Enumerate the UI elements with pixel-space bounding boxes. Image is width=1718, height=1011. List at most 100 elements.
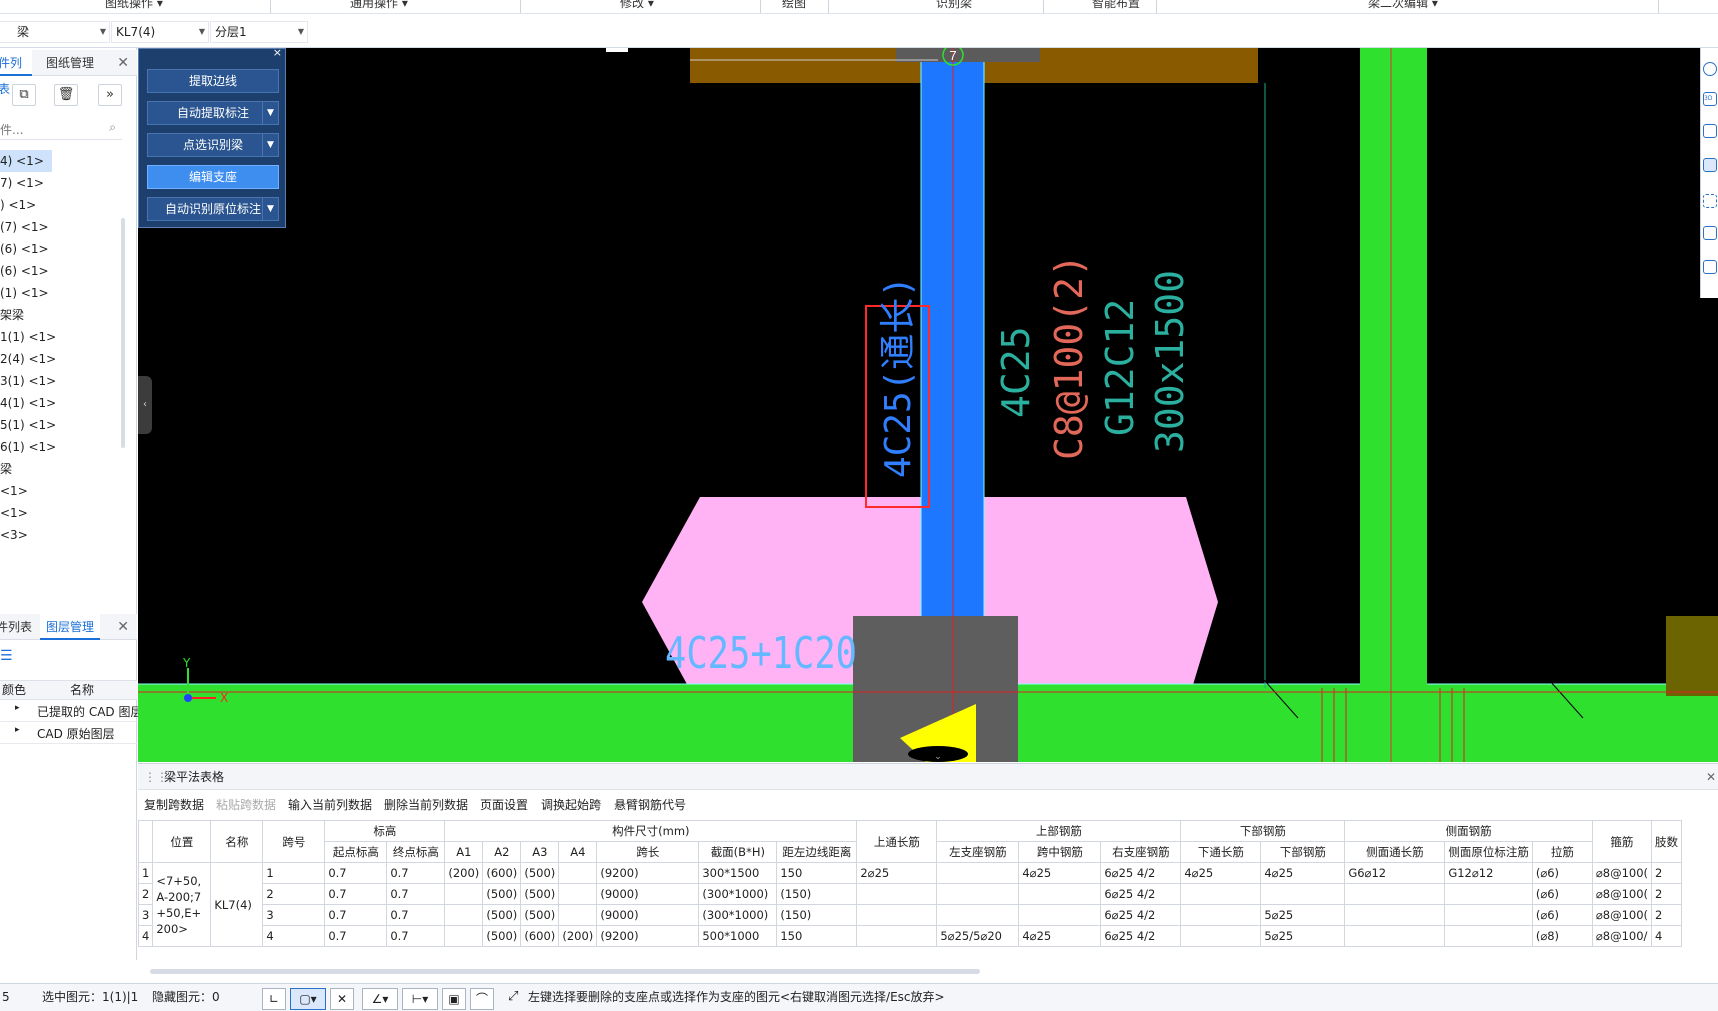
angle-button[interactable]: ∠▾ bbox=[362, 988, 398, 1010]
view-icon[interactable] bbox=[1703, 124, 1717, 138]
element-select[interactable]: KL7(4) ▼ bbox=[111, 21, 209, 43]
cube-icon[interactable] bbox=[1703, 226, 1717, 240]
tree-item[interactable]: ) <1> bbox=[0, 194, 36, 216]
snap-button[interactable]: ▢▾ bbox=[290, 988, 326, 1010]
position-cell[interactable]: <7+50,A-200;7+50,E+200> bbox=[152, 862, 212, 947]
more-button[interactable]: » bbox=[98, 84, 122, 106]
tree-scrollbar[interactable] bbox=[121, 218, 125, 448]
cell-sec[interactable]: 300*1500 bbox=[698, 862, 778, 884]
tree-item[interactable]: 4(1) <1> bbox=[0, 392, 56, 414]
cell-stir[interactable]: ⌀8@100( bbox=[1591, 883, 1653, 905]
cell-ee[interactable]: 0.7 bbox=[386, 862, 446, 884]
cell-st[interactable] bbox=[1344, 925, 1446, 947]
cell-bb[interactable]: 5⌀25 bbox=[1260, 925, 1346, 947]
table-row[interactable]: 4 4 0.7 0.7 (500) (600) (200) (9200) 500*1000 150… bbox=[137, 925, 1683, 947]
cell-tie[interactable]: (⌀8) bbox=[1531, 925, 1593, 947]
cell-rs[interactable]: 6⌀25 4/2 bbox=[1100, 862, 1182, 884]
cell-a1[interactable]: (200) bbox=[444, 862, 484, 884]
cell-a4[interactable]: (200) bbox=[558, 925, 598, 947]
tree-item[interactable]: 2(4) <1> bbox=[0, 348, 56, 370]
cell-bt[interactable] bbox=[1180, 925, 1262, 947]
menu-drawing-ops[interactable]: 图纸操作 ▾ bbox=[105, 0, 163, 11]
cell-tt[interactable] bbox=[856, 925, 938, 947]
offset-button[interactable]: ⊢▾ bbox=[402, 988, 438, 1010]
tree-item[interactable]: (1) <1> bbox=[0, 282, 49, 304]
green-vertical-beam[interactable] bbox=[1360, 48, 1427, 688]
collapse-left-panel-button[interactable]: ‹ bbox=[138, 376, 152, 434]
tree-item[interactable]: 3(1) <1> bbox=[0, 370, 56, 392]
layer-row[interactable]: ▸ CAD 原始图层 bbox=[0, 722, 137, 744]
cell-mid[interactable]: 4⌀25 bbox=[1018, 925, 1102, 947]
list-icon[interactable] bbox=[1703, 260, 1717, 274]
cell-mid[interactable] bbox=[1018, 883, 1102, 905]
cell-tt[interactable] bbox=[856, 904, 938, 926]
cell-a2[interactable]: (600) bbox=[482, 862, 522, 884]
menu-draw[interactable]: 绘图 bbox=[782, 0, 806, 11]
tree-item[interactable]: (7) <1> bbox=[0, 216, 49, 238]
cell-sec[interactable]: (300*1000) bbox=[698, 883, 778, 905]
cell-tie[interactable]: (⌀6) bbox=[1531, 904, 1593, 926]
cell-mid[interactable] bbox=[1018, 904, 1102, 926]
cell-off[interactable]: 150 bbox=[776, 925, 858, 947]
tree-item[interactable]: 6(1) <1> bbox=[0, 436, 56, 458]
cell-len[interactable]: (9200) bbox=[596, 925, 700, 947]
extract-edge-button[interactable]: 提取边线 bbox=[147, 69, 279, 93]
page-setup-link[interactable]: 页面设置 bbox=[480, 796, 528, 813]
cell-tt[interactable] bbox=[856, 883, 938, 905]
cell-rs[interactable]: 6⌀25 4/2 bbox=[1100, 883, 1182, 905]
annotation-stirrup[interactable]: C8@100(2) bbox=[1047, 254, 1091, 460]
box-select-icon[interactable] bbox=[1703, 194, 1717, 208]
layer-view-icon[interactable] bbox=[1703, 158, 1717, 172]
cell-se[interactable]: 0.7 bbox=[324, 883, 388, 905]
cell-ls[interactable] bbox=[936, 883, 1020, 905]
cell-st[interactable] bbox=[1344, 883, 1446, 905]
cell-st[interactable]: G6⌀12 bbox=[1344, 862, 1446, 884]
category-select[interactable]: 梁 ▼ bbox=[0, 21, 110, 43]
cell-bt[interactable] bbox=[1180, 904, 1262, 926]
cad-canvas[interactable]: 7 4C25(通长) 4C25 C8@100(2) G12C12 300x150… bbox=[138, 48, 1718, 762]
span-cell[interactable]: 4 bbox=[262, 925, 326, 947]
annotation-section[interactable]: 300x1500 bbox=[1148, 270, 1192, 453]
cell-legs[interactable]: 4 bbox=[1651, 925, 1683, 947]
cell-sec[interactable]: (300*1000) bbox=[698, 904, 778, 926]
cell-se[interactable]: 0.7 bbox=[324, 925, 388, 947]
swap-start-span-link[interactable]: 调换起始跨 bbox=[541, 796, 601, 813]
name-cell[interactable]: KL7(4) bbox=[210, 862, 264, 947]
annotation-through-bar[interactable]: 4C25(通长) bbox=[878, 276, 919, 478]
expand-arrow-icon[interactable]: ▸ bbox=[15, 703, 20, 713]
tab-component-list[interactable]: 件列表 bbox=[0, 50, 32, 96]
menu-modify[interactable]: 修改 ▾ bbox=[620, 0, 654, 11]
cell-off[interactable]: 150 bbox=[776, 862, 858, 884]
cell-ls[interactable] bbox=[936, 904, 1020, 926]
cell-off[interactable]: (150) bbox=[776, 904, 858, 926]
layer-select[interactable]: 分层1 ▼ bbox=[210, 21, 308, 43]
annotation-top-bar[interactable]: 4C25 bbox=[994, 326, 1038, 418]
chevron-down-icon[interactable]: ▼ bbox=[262, 198, 278, 220]
cell-tt[interactable]: 2⌀25 bbox=[856, 862, 938, 884]
tree-item[interactable]: 5(1) <1> bbox=[0, 414, 56, 436]
tree-item[interactable]: (6) <1> bbox=[0, 238, 49, 260]
cell-so[interactable]: G12⌀12 bbox=[1444, 862, 1533, 884]
cell-legs[interactable]: 2 bbox=[1651, 862, 1683, 884]
cell-se[interactable]: 0.7 bbox=[324, 904, 388, 926]
ortho-button[interactable]: ∟ bbox=[262, 988, 286, 1010]
annotation-side-bar[interactable]: G12C12 bbox=[1098, 299, 1142, 436]
tree-item[interactable]: 架梁 bbox=[0, 304, 24, 326]
span-cell[interactable]: 1 bbox=[262, 862, 326, 884]
cell-a3[interactable]: (600) bbox=[520, 925, 560, 947]
orbit-icon[interactable] bbox=[1703, 62, 1717, 76]
cell-off[interactable]: (150) bbox=[776, 883, 858, 905]
delete-column-data-link[interactable]: 删除当前列数据 bbox=[384, 796, 468, 813]
menu-smart-layout[interactable]: 智能布置 bbox=[1092, 0, 1140, 11]
tab-drawing-manage[interactable]: 图纸管理 bbox=[46, 50, 94, 76]
cantilever-code-link[interactable]: 悬臂钢筋代号 bbox=[614, 796, 686, 813]
cell-legs[interactable]: 2 bbox=[1651, 883, 1683, 905]
cell-tie[interactable]: (⌀6) bbox=[1531, 883, 1593, 905]
tree-item[interactable]: 1(1) <1> bbox=[0, 326, 56, 348]
cell-a2[interactable]: (500) bbox=[482, 925, 522, 947]
cell-stir[interactable]: ⌀8@100/ bbox=[1591, 925, 1653, 947]
annotation-bottom-bar[interactable]: 4C25+1C20 bbox=[665, 628, 857, 679]
cell-ee[interactable]: 0.7 bbox=[386, 883, 446, 905]
cell-bt[interactable]: 4⌀25 bbox=[1180, 862, 1262, 884]
cell-sec[interactable]: 500*1000 bbox=[698, 925, 778, 947]
